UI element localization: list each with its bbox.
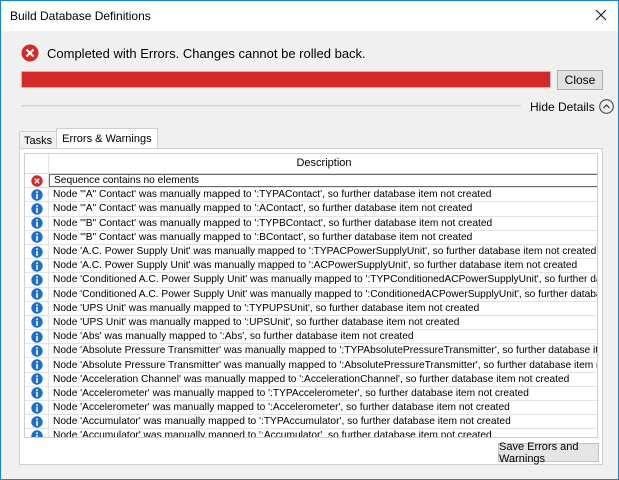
info-icon	[25, 216, 49, 231]
close-window-icon[interactable]	[588, 3, 614, 27]
row-description: Node 'UPS Unit' was manually mapped to '…	[53, 316, 460, 328]
row-description: Node '"B" Contact' was manually mapped t…	[53, 231, 473, 243]
header-divider	[597, 154, 598, 174]
build-database-dialog: Build Database Definitions Completed wit…	[0, 0, 619, 480]
description-column-header[interactable]: Description	[49, 157, 597, 169]
table-row[interactable]: Node 'A.C. Power Supply Unit' was manual…	[25, 258, 597, 274]
row-description: Node 'Absolute Pressure Transmitter' was…	[53, 345, 598, 357]
row-description: Node 'Accumulator' was manually mapped t…	[53, 430, 492, 438]
row-description: Node 'Accumulator' was manually mapped t…	[53, 416, 511, 428]
table-row[interactable]: Node '"A" Contact' was manually mapped t…	[25, 187, 597, 203]
info-icon	[25, 287, 49, 302]
table-row[interactable]: Node 'Absolute Pressure Transmitter' was…	[25, 343, 598, 359]
row-description: Node 'Acceleration Channel' was manually…	[53, 373, 570, 385]
details-separator	[21, 105, 521, 107]
info-icon	[25, 400, 49, 415]
window-title: Build Database Definitions	[10, 9, 151, 23]
table-row[interactable]: Node 'Conditioned A.C. Power Supply Unit…	[25, 287, 598, 302]
table-row[interactable]: Node 'Conditioned A.C. Power Supply Unit…	[25, 272, 598, 288]
info-icon	[25, 386, 49, 401]
table-row[interactable]: Node 'Accelerometer' was manually mapped…	[25, 400, 597, 416]
info-icon	[25, 201, 49, 216]
info-icon	[25, 272, 49, 287]
row-description: Node 'Accelerometer' was manually mapped…	[53, 402, 510, 414]
tab-tasks[interactable]: Tasks	[19, 131, 58, 149]
table-row[interactable]: Node 'Accelerometer' was manually mapped…	[25, 386, 597, 401]
info-icon	[25, 329, 49, 344]
table-row[interactable]: Sequence contains no elements	[25, 173, 597, 189]
hide-details-label: Hide Details	[530, 99, 595, 114]
tab-errors-warnings[interactable]: Errors & Warnings	[56, 128, 158, 149]
info-icon	[25, 301, 49, 316]
table-row[interactable]: Node 'UPS Unit' was manually mapped to '…	[25, 315, 597, 331]
row-description: Node 'Absolute Pressure Transmitter' was…	[53, 359, 598, 371]
table-row[interactable]: Node '"B" Contact' was manually mapped t…	[25, 216, 597, 231]
chevron-up-icon[interactable]	[598, 99, 614, 114]
row-description: Node 'Conditioned A.C. Power Supply Unit…	[53, 274, 598, 286]
table-row[interactable]: Node '"B" Contact' was manually mapped t…	[25, 230, 597, 245]
table-row[interactable]: Node 'Accumulator' was manually mapped t…	[25, 414, 597, 430]
info-icon	[25, 258, 49, 273]
table-row[interactable]: Node 'Abs' was manually mapped to ':Abs'…	[25, 329, 597, 345]
table-row[interactable]: Node '"A" Contact' was manually mapped t…	[25, 201, 597, 217]
table-row[interactable]: Node 'Acceleration Channel' was manually…	[25, 372, 597, 387]
errors-warnings-panel: Description Sequence contains no element…	[19, 148, 603, 465]
info-icon	[25, 358, 49, 373]
grid-rows: Sequence contains no elements Node '"A" C…	[25, 173, 598, 438]
title-bar: Build Database Definitions	[1, 1, 618, 31]
grid-header: Description	[25, 154, 598, 174]
info-icon	[25, 244, 49, 259]
info-icon	[25, 343, 49, 358]
row-description: Node '"A" Contact' was manually mapped t…	[53, 203, 473, 215]
row-description: Node 'A.C. Power Supply Unit' was manual…	[53, 260, 578, 272]
table-row[interactable]: Node 'Accumulator' was manually mapped t…	[25, 428, 597, 438]
hide-details-toggle[interactable]: Hide Details	[530, 99, 614, 114]
info-icon	[25, 187, 49, 202]
info-icon	[25, 414, 49, 429]
status-row: Completed with Errors. Changes cannot be…	[21, 43, 366, 63]
row-description: Node 'UPS Unit' was manually mapped to '…	[53, 302, 480, 314]
error-status-icon	[21, 44, 39, 62]
row-description: Sequence contains no elements	[49, 174, 597, 188]
table-row[interactable]: Node 'UPS Unit' was manually mapped to '…	[25, 301, 597, 316]
table-row[interactable]: Node 'Absolute Pressure Transmitter' was…	[25, 358, 598, 373]
row-description: Node 'Abs' was manually mapped to ':Abs'…	[53, 331, 414, 343]
messages-grid[interactable]: Description Sequence contains no element…	[24, 153, 598, 438]
tab-strip: Tasks Errors & Warnings	[19, 128, 158, 149]
icon-column-header[interactable]	[25, 154, 49, 174]
info-icon	[25, 372, 49, 387]
row-description: Node 'Conditioned A.C. Power Supply Unit…	[53, 288, 598, 300]
status-message: Completed with Errors. Changes cannot be…	[47, 45, 366, 61]
error-icon	[25, 173, 49, 188]
row-description: Node 'A.C. Power Supply Unit' was manual…	[53, 246, 597, 258]
info-icon	[25, 315, 49, 330]
progress-bar	[21, 71, 551, 88]
info-icon	[25, 428, 49, 437]
row-description: Node 'Accelerometer' was manually mapped…	[53, 387, 529, 399]
row-description: Node '"B" Contact' was manually mapped t…	[53, 217, 493, 229]
close-button[interactable]: Close	[557, 70, 603, 90]
row-description: Node '"A" Contact' was manually mapped t…	[53, 189, 492, 201]
info-icon	[25, 230, 49, 245]
save-errors-warnings-button[interactable]: Save Errors and Warnings	[498, 441, 599, 465]
table-row[interactable]: Node 'A.C. Power Supply Unit' was manual…	[25, 244, 597, 260]
